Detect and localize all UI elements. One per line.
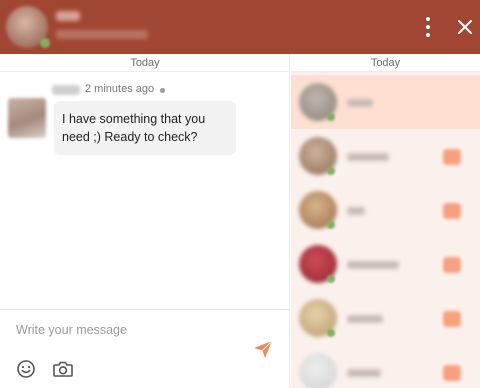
more-vertical-icon — [426, 17, 430, 21]
unread-badge — [443, 365, 461, 381]
contact-item[interactable] — [291, 345, 480, 388]
contact-item[interactable] — [291, 129, 480, 183]
message-bubble: I have something that you need ;) Ready … — [54, 101, 236, 155]
close-button[interactable] — [454, 16, 476, 38]
contact-item[interactable] — [291, 291, 480, 345]
sender-avatar[interactable] — [8, 98, 46, 138]
message-text-line: need ;) Ready to check? — [62, 130, 198, 144]
emoji-button[interactable] — [16, 359, 36, 379]
contact-item[interactable] — [291, 237, 480, 291]
send-icon — [254, 340, 273, 358]
contact-name-blurred — [347, 261, 399, 269]
contact-status-blurred — [56, 30, 148, 39]
online-indicator — [327, 167, 335, 175]
contact-name-blurred — [56, 11, 80, 21]
list-date-divider: Today — [291, 54, 480, 72]
unread-badge — [443, 149, 461, 165]
contact-list: Today — [291, 54, 480, 388]
contact-name-blurred — [347, 153, 389, 161]
send-button[interactable] — [252, 338, 274, 360]
sender-name-blurred — [52, 85, 80, 95]
contact-name-blurred — [347, 99, 373, 107]
contact-name-blurred — [347, 315, 383, 323]
online-indicator — [327, 221, 335, 229]
contact-avatar — [299, 353, 337, 388]
online-indicator — [327, 113, 335, 121]
camera-icon — [53, 361, 73, 377]
online-indicator — [327, 329, 335, 337]
contact-name-blurred — [347, 369, 381, 377]
date-divider: Today — [0, 54, 290, 72]
conversation-pane: Today 2 minutes ago I have something tha… — [0, 54, 290, 388]
contact-item[interactable] — [291, 183, 480, 237]
smiley-icon — [17, 360, 35, 378]
contact-item[interactable] — [291, 75, 480, 129]
close-icon — [458, 20, 472, 34]
message-text-line: I have something that you — [62, 112, 206, 126]
message-input[interactable] — [8, 318, 244, 342]
online-indicator — [40, 38, 50, 48]
camera-button[interactable] — [52, 359, 74, 379]
message-timestamp: 2 minutes ago — [85, 83, 155, 95]
online-indicator — [327, 275, 335, 283]
message-status-dot — [160, 88, 165, 93]
unread-badge — [443, 311, 461, 327]
chat-header — [0, 0, 480, 54]
contact-name-blurred — [347, 207, 365, 215]
unread-badge — [443, 203, 461, 219]
unread-badge — [443, 257, 461, 273]
more-menu-button[interactable] — [418, 14, 438, 40]
composer-divider — [0, 309, 290, 310]
